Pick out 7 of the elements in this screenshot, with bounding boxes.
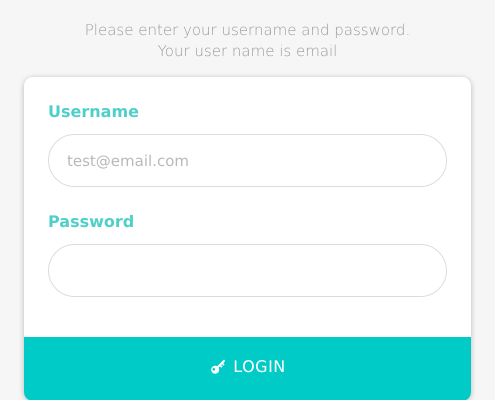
login-button[interactable]: LOGIN — [24, 337, 471, 400]
instruction-text: Please enter your username and password. — [84, 20, 410, 41]
field-label: Username — [48, 101, 139, 123]
key-icon — [209, 358, 226, 374]
input-field[interactable]: test@email.com — [48, 134, 447, 187]
instruction-text: Your user name is email — [158, 41, 338, 62]
field-label: Password — [48, 211, 134, 233]
